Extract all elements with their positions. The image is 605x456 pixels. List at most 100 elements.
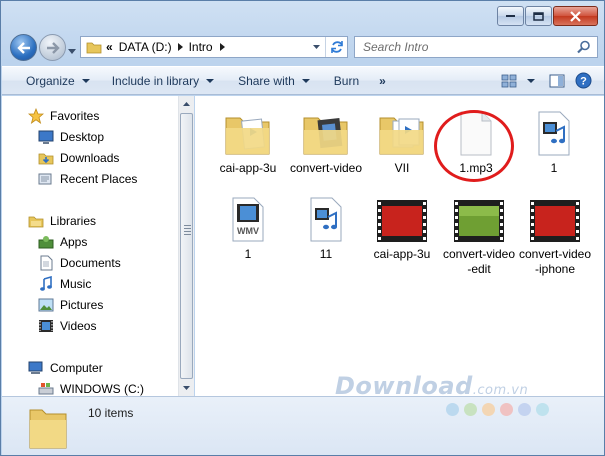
file-item[interactable]: convert-video-edit bbox=[440, 188, 518, 277]
navigation-scrollbar[interactable] bbox=[178, 96, 194, 396]
file-item[interactable]: 1 bbox=[515, 102, 593, 176]
breadcrumb-separator-icon[interactable] bbox=[172, 37, 183, 57]
include-in-library-button[interactable]: Include in library bbox=[98, 67, 222, 94]
explorer-window: « DATA (D:) Intro Organize bbox=[0, 0, 605, 456]
breadcrumb-separator-icon[interactable] bbox=[213, 37, 225, 57]
nav-favorites-label: Favorites bbox=[50, 109, 100, 123]
recent-places-icon bbox=[38, 171, 54, 187]
file-name: 1 bbox=[550, 161, 558, 175]
forward-button[interactable] bbox=[39, 34, 66, 61]
more-commands-button[interactable]: » bbox=[367, 67, 394, 94]
file-name: convert-video-edit bbox=[442, 247, 516, 276]
nav-documents-label: Documents bbox=[60, 256, 121, 270]
nav-libraries[interactable]: Libraries bbox=[28, 212, 96, 230]
navigation-pane: Favorites Desktop Downloads Recent Place… bbox=[2, 96, 178, 396]
scrollbar-grip bbox=[184, 225, 191, 237]
file-item[interactable]: cai-app-3u bbox=[209, 102, 287, 176]
watermark-dots bbox=[446, 403, 549, 416]
green-video-thumbnail bbox=[451, 188, 507, 244]
file-item[interactable]: convert-video bbox=[287, 102, 365, 176]
svg-text:?: ? bbox=[580, 76, 587, 88]
view-dropdown[interactable] bbox=[521, 67, 549, 94]
nav-libraries-label: Libraries bbox=[50, 214, 97, 228]
nav-downloads-label: Downloads bbox=[60, 151, 120, 165]
scroll-up-button[interactable] bbox=[179, 96, 194, 112]
file-item[interactable]: VII bbox=[363, 102, 441, 176]
file-name: 1 bbox=[244, 247, 252, 261]
nav-music[interactable]: Music bbox=[38, 275, 91, 293]
nav-documents[interactable]: Documents bbox=[38, 254, 121, 272]
file-item[interactable]: 11 bbox=[287, 188, 365, 262]
address-bar[interactable]: « DATA (D:) Intro bbox=[80, 36, 348, 58]
maximize-button[interactable] bbox=[525, 6, 552, 26]
file-name: convert-video bbox=[289, 161, 363, 175]
videos-icon bbox=[38, 318, 54, 334]
nav-desktop-label: Desktop bbox=[60, 130, 105, 144]
chevron-down-icon bbox=[206, 78, 215, 83]
nav-videos[interactable]: Videos bbox=[38, 317, 96, 335]
nav-music-label: Music bbox=[60, 277, 92, 291]
nav-apps[interactable]: Apps bbox=[38, 233, 87, 251]
burn-button[interactable]: Burn bbox=[318, 67, 367, 94]
change-view-button[interactable] bbox=[497, 67, 521, 94]
breadcrumb-drive[interactable]: DATA (D:) bbox=[113, 37, 172, 57]
nav-windows-drive-label: WINDOWS (C:) bbox=[60, 382, 144, 396]
chevron-down-icon bbox=[312, 45, 320, 49]
nav-downloads[interactable]: Downloads bbox=[38, 149, 119, 167]
chevron-down-icon bbox=[183, 386, 190, 390]
preview-pane-icon bbox=[549, 74, 565, 87]
highlight-circle bbox=[434, 110, 514, 182]
chevron-down-icon bbox=[81, 78, 90, 83]
nav-computer[interactable]: Computer bbox=[28, 359, 103, 377]
chevron-down-icon bbox=[301, 78, 310, 83]
search-box[interactable] bbox=[354, 36, 598, 58]
breadcrumb-overflow[interactable]: « bbox=[102, 37, 113, 57]
organize-button[interactable]: Organize bbox=[2, 67, 98, 94]
minimize-button[interactable] bbox=[497, 6, 524, 26]
include-in-library-label: Include in library bbox=[111, 73, 200, 88]
file-name: VII bbox=[394, 161, 410, 175]
close-button[interactable] bbox=[553, 6, 598, 26]
nav-recent-places[interactable]: Recent Places bbox=[38, 170, 137, 188]
media-file-icon bbox=[298, 188, 354, 244]
file-name: convert-video-iphone bbox=[518, 247, 592, 276]
scroll-down-button[interactable] bbox=[179, 380, 194, 396]
nav-desktop[interactable]: Desktop bbox=[38, 128, 104, 146]
folder-with-media-icon bbox=[298, 102, 354, 158]
chevron-down-icon bbox=[68, 49, 76, 54]
watermark-main: Download bbox=[335, 372, 473, 400]
preview-pane-button[interactable] bbox=[549, 67, 575, 94]
libraries-icon bbox=[28, 213, 44, 229]
drive-icon bbox=[38, 381, 54, 396]
file-name: cai-app-3u bbox=[373, 247, 431, 261]
share-with-button[interactable]: Share with bbox=[222, 67, 318, 94]
pictures-icon bbox=[38, 297, 54, 313]
nav-pictures-label: Pictures bbox=[60, 298, 104, 312]
nav-apps-label: Apps bbox=[60, 235, 88, 249]
refresh-button[interactable] bbox=[325, 37, 347, 57]
help-button[interactable]: ? bbox=[575, 67, 604, 94]
file-item[interactable]: cai-app-3u bbox=[363, 188, 441, 262]
view-options-icon bbox=[501, 74, 517, 87]
watermark-suffix: .com.vn bbox=[472, 383, 529, 398]
desktop-icon bbox=[38, 129, 54, 145]
file-item[interactable]: convert-video-iphone bbox=[516, 188, 594, 277]
nav-computer-label: Computer bbox=[50, 361, 103, 375]
search-icon[interactable] bbox=[577, 40, 591, 57]
scrollbar-thumb[interactable] bbox=[180, 113, 193, 379]
nav-windows-drive[interactable]: WINDOWS (C:) bbox=[38, 380, 144, 396]
address-history-dropdown[interactable] bbox=[307, 37, 325, 57]
search-input[interactable] bbox=[363, 40, 573, 54]
file-item[interactable]: WMV 1 bbox=[209, 188, 287, 262]
share-with-label: Share with bbox=[238, 73, 295, 88]
apps-icon bbox=[38, 234, 54, 250]
music-icon bbox=[38, 276, 54, 292]
breadcrumb-folder[interactable]: Intro bbox=[183, 37, 213, 57]
nav-favorites[interactable]: Favorites bbox=[28, 107, 99, 125]
back-button[interactable] bbox=[10, 34, 37, 61]
burn-label: Burn bbox=[333, 73, 360, 88]
red-video-thumbnail bbox=[527, 188, 583, 244]
folder-icon bbox=[29, 409, 67, 449]
recent-pages-dropdown[interactable] bbox=[68, 43, 76, 57]
nav-pictures[interactable]: Pictures bbox=[38, 296, 103, 314]
